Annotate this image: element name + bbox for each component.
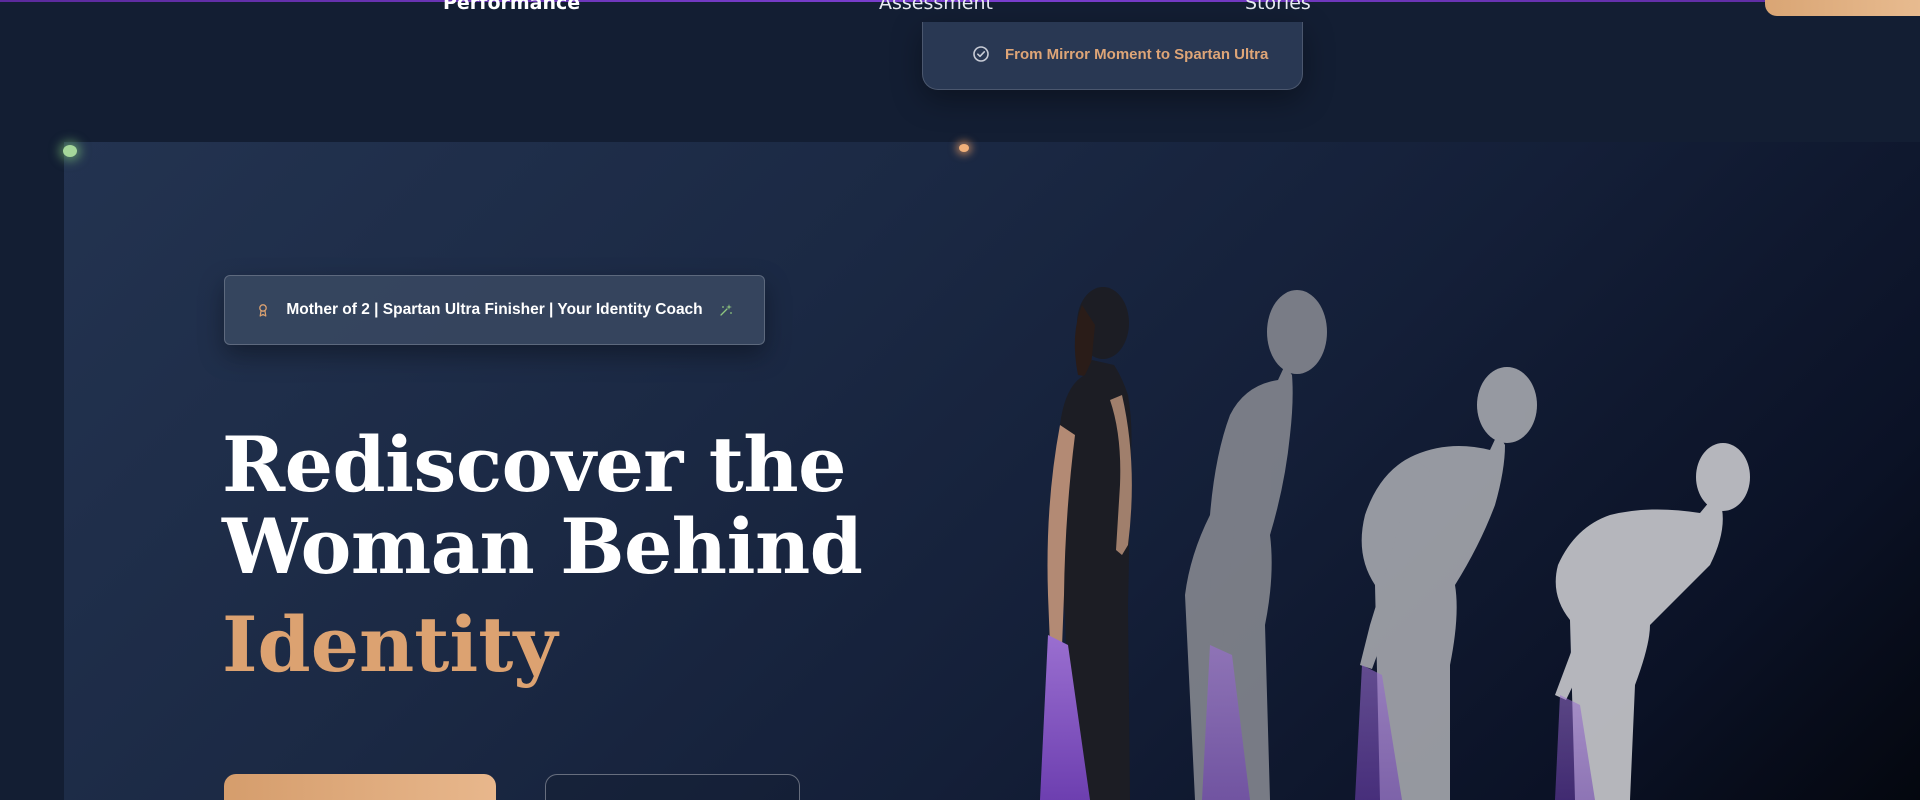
sparkle-icon: [719, 303, 733, 317]
hero-headline: Rediscover the Woman Behind: [222, 420, 863, 591]
nav-link-performance[interactable]: Performance: [443, 0, 580, 14]
headline-line-1: Rediscover the: [222, 420, 847, 509]
secondary-cta-button[interactable]: [545, 774, 800, 800]
glow-dot-orange: [959, 144, 969, 152]
badge-text: Mother of 2 | Spartan Ultra Finisher | Y…: [286, 301, 703, 318]
dropdown-item-label: From Mirror Moment to Spartan Ultra: [1005, 45, 1269, 63]
primary-cta-button[interactable]: [224, 774, 496, 800]
glow-dot-green: [63, 145, 77, 157]
nav-link-assessment[interactable]: Assessment: [879, 0, 993, 14]
nav-cta-button[interactable]: [1765, 0, 1920, 16]
check-circle-icon: [971, 44, 991, 64]
nav-link-stories[interactable]: Stories: [1245, 0, 1311, 14]
ribbon-icon: [256, 303, 270, 317]
headline-line-2: Woman Behind: [222, 502, 863, 591]
dropdown-item-story[interactable]: From Mirror Moment to Spartan Ultra: [971, 44, 1268, 64]
nav-dropdown-menu: From Mirror Moment to Spartan Ultra: [922, 22, 1303, 90]
hero-image: [1040, 287, 1750, 800]
credentials-badge: Mother of 2 | Spartan Ultra Finisher | Y…: [224, 275, 765, 345]
headline-accent: Identity: [222, 600, 558, 689]
